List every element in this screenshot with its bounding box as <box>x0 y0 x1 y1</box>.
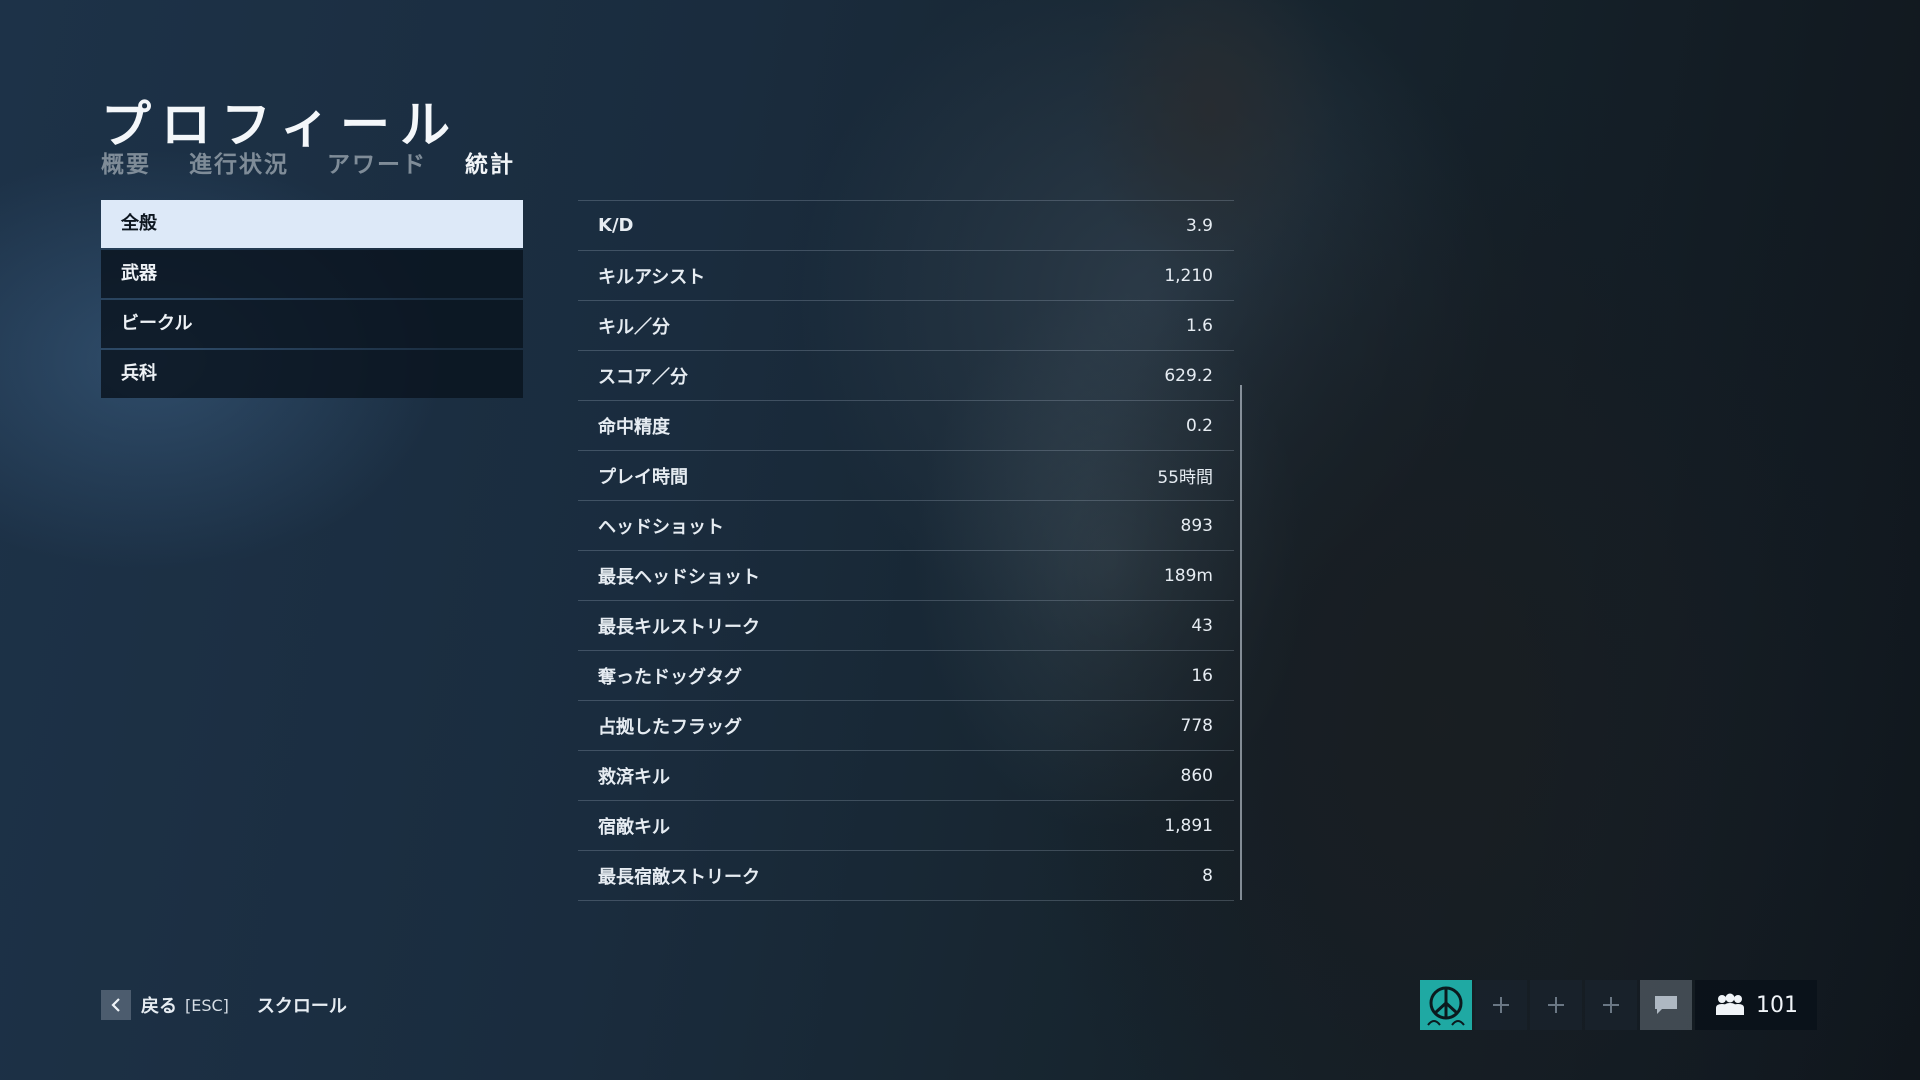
stat-label: 奪ったドッグタグ <box>598 666 742 688</box>
stat-value: 43 <box>1191 615 1213 636</box>
friends-count: 101 <box>1756 992 1798 1018</box>
stat-row-accuracy: 命中精度 0.2 <box>578 401 1234 451</box>
stats-list: K/D 3.9 キルアシスト 1,210 キル／分 1.6 スコア／分 629.… <box>578 200 1234 901</box>
sidebar-item-classes[interactable]: 兵科 <box>101 350 523 398</box>
stat-row-play-time: プレイ時間 55時間 <box>578 451 1234 501</box>
stat-row-kill-assists: キルアシスト 1,210 <box>578 251 1234 301</box>
stat-value: 860 <box>1180 765 1213 786</box>
chat-button[interactable] <box>1640 980 1692 1030</box>
stat-value: 0.2 <box>1185 415 1213 436</box>
squad-bar: 101 <box>1420 980 1817 1030</box>
stat-row-flags-captured: 占拠したフラッグ 778 <box>578 701 1234 751</box>
stat-value: 893 <box>1180 515 1213 536</box>
tab-awards[interactable]: アワード <box>327 145 427 179</box>
stat-value: 3.9 <box>1185 215 1213 236</box>
stat-row-kd: K/D 3.9 <box>578 201 1234 251</box>
stat-row-longest-nemesis-streak: 最長宿敵ストリーク 8 <box>578 851 1234 901</box>
stat-row-savior-kills: 救済キル 860 <box>578 751 1234 801</box>
stat-label: 最長宿敵ストリーク <box>598 866 760 888</box>
profile-tabs: 概要 進行状況 アワード 統計 <box>101 145 515 179</box>
tab-overview[interactable]: 概要 <box>101 145 151 179</box>
chevron-left-icon <box>111 998 120 1012</box>
plus-icon <box>1548 997 1564 1013</box>
stat-row-headshots: ヘッドショット 893 <box>578 501 1234 551</box>
stat-value: 16 <box>1191 665 1213 686</box>
stat-value: 629.2 <box>1164 365 1213 386</box>
stat-label: 最長ヘッドショット <box>598 566 760 588</box>
stat-label: 命中精度 <box>598 416 670 438</box>
stat-value: 189m <box>1163 565 1213 586</box>
chat-bubble-icon <box>1655 996 1677 1014</box>
stat-value: 778 <box>1180 715 1213 736</box>
stat-label: ヘッドショット <box>598 516 724 538</box>
stat-value: 1,210 <box>1164 265 1213 286</box>
stat-row-score-per-minute: スコア／分 629.2 <box>578 351 1234 401</box>
tab-stats[interactable]: 統計 <box>465 145 515 179</box>
friends-button[interactable]: 101 <box>1695 980 1817 1030</box>
empty-squad-slot[interactable] <box>1585 980 1637 1030</box>
empty-squad-slot[interactable] <box>1475 980 1527 1030</box>
stat-value: 8 <box>1202 865 1213 886</box>
stat-value: 1,891 <box>1164 815 1213 836</box>
stat-label: キルアシスト <box>598 266 706 288</box>
stat-row-longest-killstreak: 最長キルストリーク 43 <box>578 601 1234 651</box>
friends-group-icon <box>1716 993 1744 1015</box>
back-button[interactable] <box>101 990 131 1020</box>
stat-label: プレイ時間 <box>598 466 688 488</box>
stats-category-menu: 全般 武器 ビークル 兵科 <box>101 200 523 400</box>
plus-icon <box>1493 997 1509 1013</box>
stat-label: 宿敵キル <box>598 816 670 838</box>
stat-label: 救済キル <box>598 766 670 788</box>
footer-controls: 戻る [ESC] スクロール <box>101 990 347 1020</box>
stat-label: キル／分 <box>598 316 670 338</box>
sidebar-item-weapons[interactable]: 武器 <box>101 250 523 298</box>
plus-icon <box>1603 997 1619 1013</box>
scroll-hint[interactable]: スクロール <box>257 992 347 1018</box>
sidebar-item-vehicles[interactable]: ビークル <box>101 300 523 348</box>
stat-label: K/D <box>598 215 634 236</box>
player-avatar[interactable] <box>1420 980 1472 1030</box>
stat-label: スコア／分 <box>598 366 688 388</box>
empty-squad-slot[interactable] <box>1530 980 1582 1030</box>
stat-value: 1.6 <box>1185 315 1213 336</box>
esc-key-hint: [ESC] <box>185 995 229 1015</box>
stats-scrollbar[interactable] <box>1240 385 1242 900</box>
stat-value: 55時間 <box>1157 468 1213 488</box>
stat-label: 最長キルストリーク <box>598 616 760 638</box>
stat-row-dogtags-taken: 奪ったドッグタグ 16 <box>578 651 1234 701</box>
stat-row-longest-headshot: 最長ヘッドショット 189m <box>578 551 1234 601</box>
tab-progress[interactable]: 進行状況 <box>189 145 289 179</box>
peace-symbol-icon <box>1427 986 1465 1026</box>
back-label[interactable]: 戻る <box>141 992 177 1018</box>
stat-row-kills-per-minute: キル／分 1.6 <box>578 301 1234 351</box>
stat-label: 占拠したフラッグ <box>598 716 742 738</box>
stat-row-nemesis-kills: 宿敵キル 1,891 <box>578 801 1234 851</box>
sidebar-item-general[interactable]: 全般 <box>101 200 523 248</box>
